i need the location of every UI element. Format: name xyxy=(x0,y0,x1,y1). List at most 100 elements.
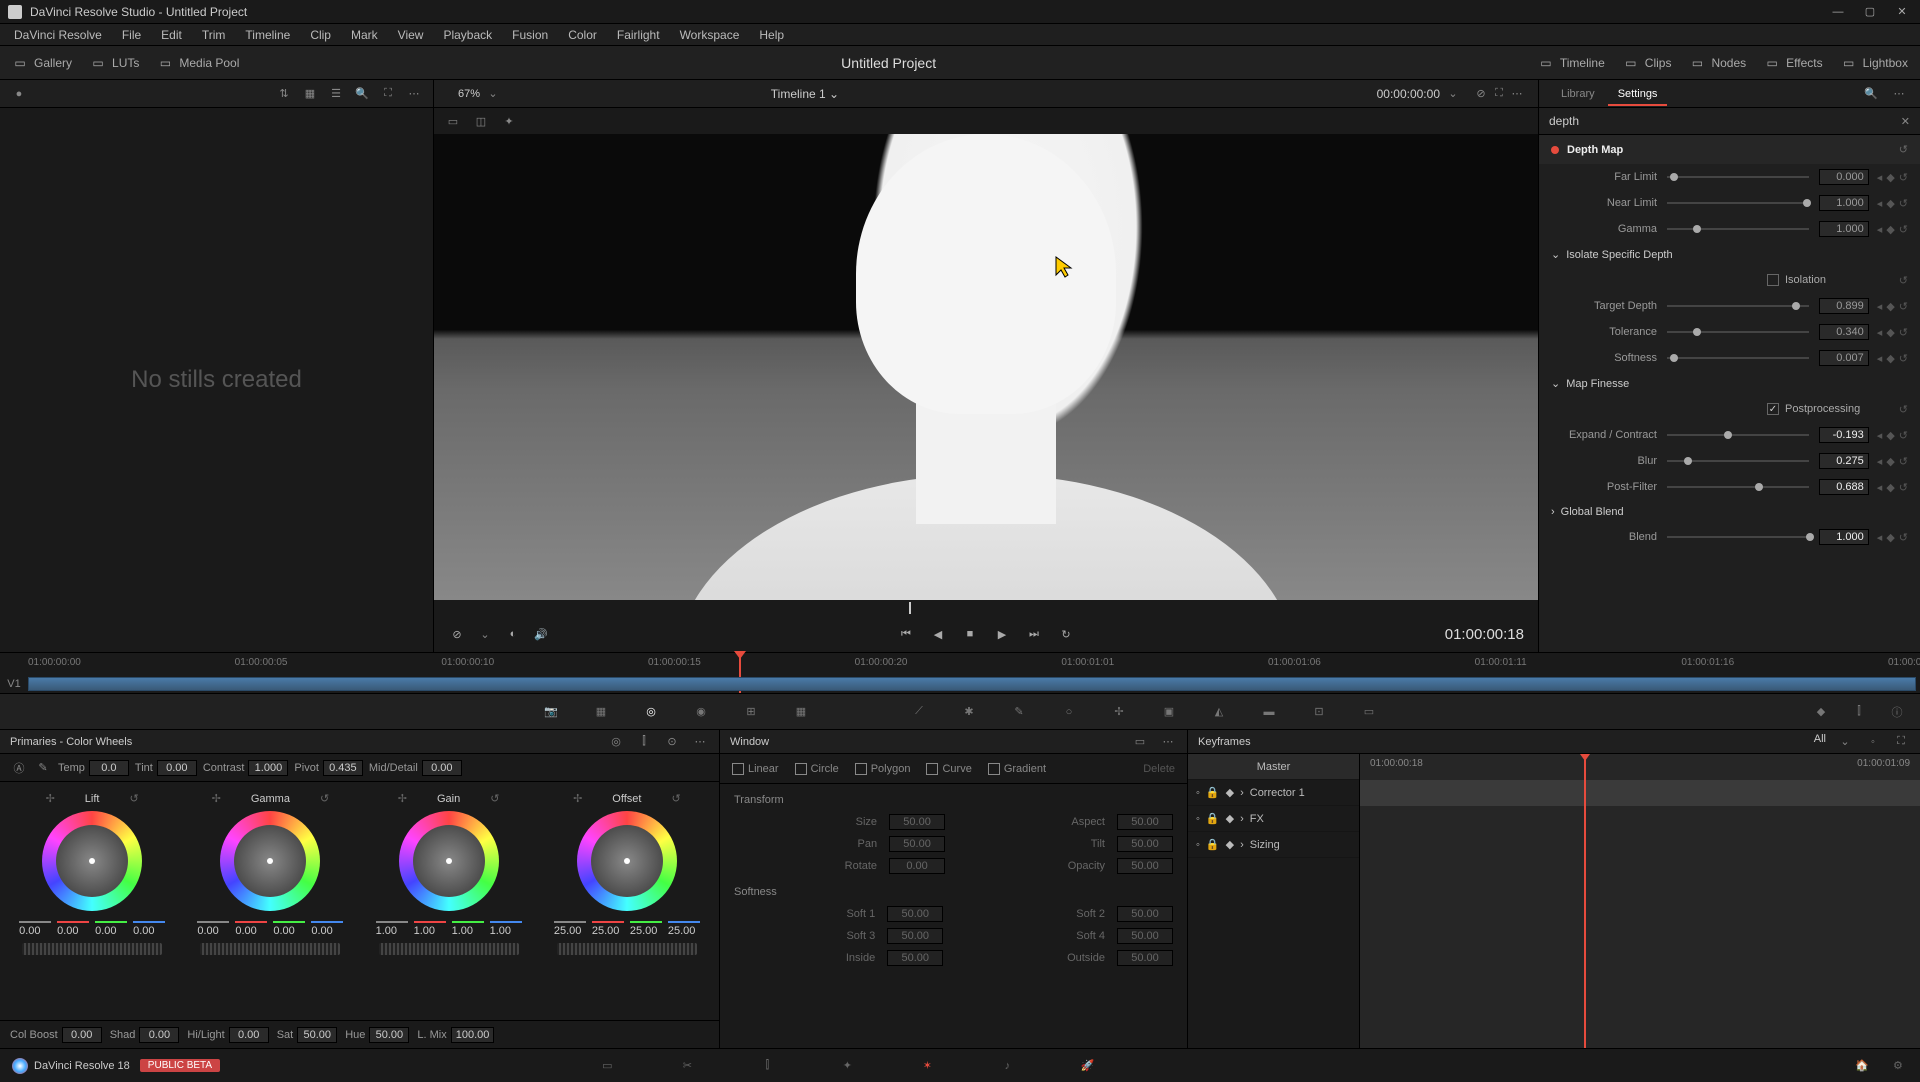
goto-start-icon[interactable]: ⏮ xyxy=(897,625,915,643)
color-page-icon[interactable]: ✶ xyxy=(917,1056,937,1076)
mediapool-button[interactable]: ▭Media Pool xyxy=(157,56,239,70)
kf-prev-icon[interactable]: ◂ xyxy=(1877,326,1883,339)
param-value[interactable]: 1.000 xyxy=(1819,195,1869,211)
kf-add-icon[interactable]: ◆ xyxy=(1886,197,1894,210)
param-slider[interactable] xyxy=(1667,202,1809,204)
xf-value[interactable]: 50.00 xyxy=(887,928,943,944)
grid-view-icon[interactable]: ▦ xyxy=(301,85,319,103)
wheel-value[interactable]: 25.00 xyxy=(630,921,662,937)
kf-add-icon[interactable]: ◆ xyxy=(1886,223,1894,236)
param-value[interactable]: 0.00 xyxy=(62,1027,102,1043)
expand-icon[interactable]: ⛶ xyxy=(1490,85,1508,103)
wheel-value[interactable]: 0.00 xyxy=(95,921,127,937)
magic-mask-icon[interactable]: ▣ xyxy=(1158,701,1180,723)
blur-icon[interactable]: ◭ xyxy=(1208,701,1230,723)
param-value[interactable]: 0.00 xyxy=(139,1027,179,1043)
kf-reset-icon[interactable]: ↺ xyxy=(1899,455,1908,468)
param-value[interactable]: 0.00 xyxy=(157,760,197,776)
param-value[interactable]: 0.000 xyxy=(1819,169,1869,185)
camera-raw-icon[interactable]: 📷 xyxy=(540,701,562,723)
param-value[interactable]: 100.00 xyxy=(451,1027,495,1043)
kf-reset-icon[interactable]: ↺ xyxy=(1899,197,1908,210)
section-global[interactable]: ›Global Blend xyxy=(1539,500,1920,524)
keyframes-all[interactable]: All xyxy=(1814,733,1826,751)
stop-icon[interactable]: ■ xyxy=(961,625,979,643)
param-value[interactable]: -0.193 xyxy=(1819,427,1869,443)
goto-end-icon[interactable]: ⏭ xyxy=(1025,625,1043,643)
rgb-mixer-icon[interactable]: ⊞ xyxy=(740,701,762,723)
more-icon[interactable]: ⋯ xyxy=(1159,733,1177,751)
wheel-value[interactable]: 25.00 xyxy=(668,921,700,937)
edit-page-icon[interactable]: ⫿ xyxy=(757,1056,777,1076)
wheel-value[interactable]: 1.00 xyxy=(490,921,522,937)
kf-add-icon[interactable]: ◆ xyxy=(1886,326,1894,339)
keyframes-icon[interactable]: ◆ xyxy=(1810,701,1832,723)
kf-tree-item[interactable]: ◦🔒◆›FX xyxy=(1188,806,1359,832)
audio-icon[interactable]: 🔊 xyxy=(532,625,550,643)
preset-icon[interactable]: ▭ xyxy=(1131,733,1149,751)
kf-reset-icon[interactable]: ↺ xyxy=(1899,326,1908,339)
menu-davinci-resolve[interactable]: DaVinci Resolve xyxy=(4,28,112,42)
picker-icon[interactable]: ✢ xyxy=(46,792,55,805)
color-wheels-icon[interactable]: ◎ xyxy=(640,701,662,723)
bars-mode-icon[interactable]: ⫿ xyxy=(635,733,653,751)
wheel-value[interactable]: 1.00 xyxy=(452,921,484,937)
param-value[interactable]: 0.00 xyxy=(229,1027,269,1043)
info-icon[interactable]: ⓘ xyxy=(1886,701,1908,723)
master-wheel[interactable] xyxy=(557,943,697,955)
param-slider[interactable] xyxy=(1667,536,1809,538)
minimize-button[interactable]: — xyxy=(1828,2,1848,22)
color-wheel-offset[interactable] xyxy=(577,811,677,911)
reset-icon[interactable]: ↺ xyxy=(129,792,138,805)
shape-polygon[interactable]: Polygon xyxy=(855,763,911,775)
nodes-button[interactable]: ▭Nodes xyxy=(1689,56,1746,70)
shape-curve[interactable]: Curve xyxy=(926,763,971,775)
chevron-down-icon[interactable]: ⌄ xyxy=(1836,733,1854,751)
kf-add-icon[interactable]: ◆ xyxy=(1886,352,1894,365)
param-value[interactable]: 50.00 xyxy=(369,1027,409,1043)
timeline-button[interactable]: ▭Timeline xyxy=(1538,56,1605,70)
search-icon[interactable]: 🔍 xyxy=(1862,85,1880,103)
xf-value[interactable]: 50.00 xyxy=(1117,950,1173,966)
xf-value[interactable]: 50.00 xyxy=(889,836,945,852)
wheel-value[interactable]: 0.00 xyxy=(311,921,343,937)
param-value[interactable]: 0.275 xyxy=(1819,453,1869,469)
timeline-name[interactable]: Timeline 1 ⌄ xyxy=(771,87,839,101)
fairlight-page-icon[interactable]: ♪ xyxy=(997,1056,1017,1076)
kf-dot-icon[interactable]: ◦ xyxy=(1864,733,1882,751)
video-clip[interactable] xyxy=(28,677,1916,691)
hdr-wheels-icon[interactable]: ◉ xyxy=(690,701,712,723)
xf-value[interactable]: 50.00 xyxy=(1117,928,1173,944)
more-icon[interactable]: ⋯ xyxy=(1508,85,1526,103)
picker-icon[interactable]: ✢ xyxy=(398,792,407,805)
sort-icon[interactable]: ⇅ xyxy=(275,85,293,103)
kf-prev-icon[interactable]: ◂ xyxy=(1877,171,1883,184)
reset-icon[interactable]: ↺ xyxy=(671,792,680,805)
kf-add-icon[interactable]: ◆ xyxy=(1886,171,1894,184)
picker-icon[interactable]: ✢ xyxy=(212,792,221,805)
wheel-value[interactable]: 1.00 xyxy=(376,921,408,937)
expand-icon[interactable]: ⛶ xyxy=(1892,733,1910,751)
menu-timeline[interactable]: Timeline xyxy=(235,28,300,42)
search-icon[interactable]: 🔍 xyxy=(353,85,371,103)
wheel-value[interactable]: 0.00 xyxy=(19,921,51,937)
menu-view[interactable]: View xyxy=(388,28,434,42)
tracker-icon[interactable]: ✢ xyxy=(1108,701,1130,723)
kf-prev-icon[interactable]: ◂ xyxy=(1877,481,1883,494)
kf-reset-icon[interactable]: ↺ xyxy=(1899,481,1908,494)
xf-value[interactable]: 50.00 xyxy=(1117,858,1173,874)
luts-button[interactable]: ▭LUTs xyxy=(90,56,139,70)
shape-circle[interactable]: Circle xyxy=(795,763,839,775)
param-slider[interactable] xyxy=(1667,486,1809,488)
maximize-button[interactable]: ▢ xyxy=(1860,2,1880,22)
tab-settings[interactable]: Settings xyxy=(1608,88,1668,106)
param-value[interactable]: 50.00 xyxy=(297,1027,337,1043)
menu-playback[interactable]: Playback xyxy=(433,28,502,42)
xf-value[interactable]: 50.00 xyxy=(887,950,943,966)
param-slider[interactable] xyxy=(1667,434,1809,436)
menu-clip[interactable]: Clip xyxy=(300,28,341,42)
param-value[interactable]: 0.0 xyxy=(89,760,129,776)
menu-edit[interactable]: Edit xyxy=(151,28,192,42)
kf-reset-icon[interactable]: ↺ xyxy=(1899,171,1908,184)
wheel-value[interactable]: 25.00 xyxy=(592,921,624,937)
